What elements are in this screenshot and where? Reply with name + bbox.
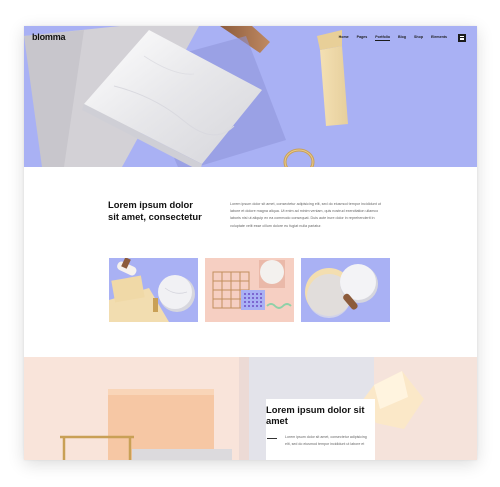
gallery-image-grid xyxy=(205,258,294,322)
gallery-image-discs xyxy=(301,258,390,322)
feature-section: Lorem ipsum dolor sit amet Lorem ipsum d… xyxy=(24,357,477,460)
hamburger-icon[interactable] xyxy=(458,34,466,42)
gallery-item-1[interactable] xyxy=(109,258,198,322)
top-navigation: blomma Home Pages Portfolio Blog Shop El… xyxy=(24,26,477,54)
feature-image xyxy=(24,357,477,460)
gallery-item-2[interactable] xyxy=(205,258,294,322)
site-logo[interactable]: blomma xyxy=(32,32,66,42)
feature-heading: Lorem ipsum dolor sit amet xyxy=(266,404,365,427)
hero-banner: blomma Home Pages Portfolio Blog Shop El… xyxy=(24,26,477,167)
feature-paragraph: Lorem ipsum dolor sit amet, consectetur … xyxy=(285,435,367,446)
main-menu: Home Pages Portfolio Blog Shop Elements xyxy=(339,35,447,41)
intro-paragraph: Lorem ipsum dolor sit amet, consectetur … xyxy=(230,202,381,228)
feature-card: Lorem ipsum dolor sit amet Lorem ipsum d… xyxy=(266,399,375,460)
nav-item-pages[interactable]: Pages xyxy=(357,35,368,41)
gallery-item-3[interactable] xyxy=(301,258,390,322)
page-frame: blomma Home Pages Portfolio Blog Shop El… xyxy=(24,26,477,460)
feature-divider xyxy=(267,438,277,439)
gallery-image-rolls xyxy=(109,258,198,322)
nav-item-shop[interactable]: Shop xyxy=(414,35,423,41)
intro-heading: Lorem ipsum dolor sit amet, consectetur xyxy=(108,199,202,222)
nav-item-portfolio[interactable]: Portfolio xyxy=(375,35,391,41)
portfolio-gallery xyxy=(109,258,390,322)
nav-item-elements[interactable]: Elements xyxy=(431,35,447,41)
nav-item-home[interactable]: Home xyxy=(339,35,349,41)
nav-item-blog[interactable]: Blog xyxy=(398,35,406,41)
